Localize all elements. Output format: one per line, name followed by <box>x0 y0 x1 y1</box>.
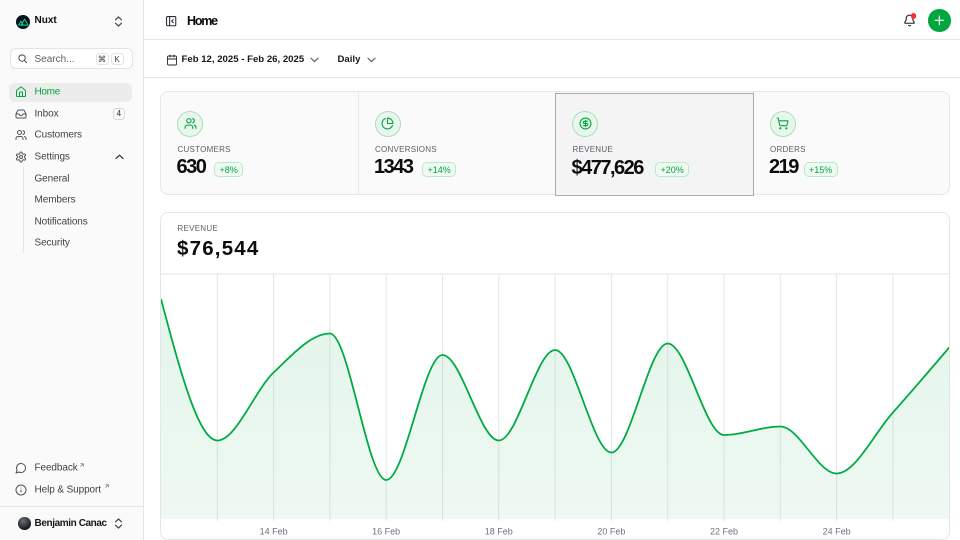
svg-text:24 Feb: 24 Feb <box>823 527 851 537</box>
svg-text:18 Feb: 18 Feb <box>485 527 513 537</box>
svg-text:20 Feb: 20 Feb <box>597 527 625 537</box>
svg-text:16 Feb: 16 Feb <box>372 527 400 537</box>
svg-text:14 Feb: 14 Feb <box>260 527 288 537</box>
svg-text:22 Feb: 22 Feb <box>710 527 738 537</box>
